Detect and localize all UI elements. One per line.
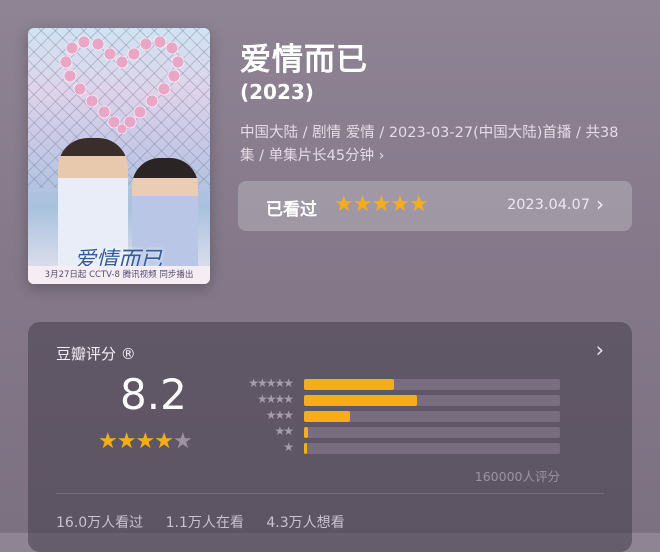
distribution-bar bbox=[304, 379, 394, 390]
distribution-bar bbox=[304, 427, 308, 438]
viewer-stats: 16.0万人看过 1.1万人在看 4.3万人想看 bbox=[56, 512, 363, 532]
watched-status-button[interactable]: 已看过 ★★★★★ 2023.04.07 › bbox=[238, 181, 632, 231]
star-icon: ★ bbox=[135, 429, 155, 454]
stat-watched: 16.0万人看过 bbox=[56, 515, 144, 531]
distribution-stars-label: ★★★ bbox=[265, 408, 294, 422]
distribution-track bbox=[304, 443, 560, 454]
page-title: 爱情而已 bbox=[240, 42, 368, 78]
distribution-track bbox=[304, 427, 560, 438]
distribution-track bbox=[304, 379, 560, 390]
distribution-track bbox=[304, 395, 560, 406]
rating-card[interactable]: 豆瓣评分 ® › 8.2 ★★★★★ ★★★★★ ★★★★ ★★★ ★★ ★ 16000… bbox=[28, 322, 632, 552]
divider bbox=[56, 493, 604, 494]
distribution-row: ★★★★ bbox=[228, 392, 568, 407]
star-icon: ★ bbox=[172, 429, 193, 454]
distribution-track bbox=[304, 411, 560, 422]
chevron-right-icon: › bbox=[595, 338, 604, 362]
watched-date: 2023.04.07 bbox=[506, 197, 590, 213]
distribution-stars-label: ★★★★ bbox=[256, 392, 294, 406]
distribution-bar bbox=[304, 395, 417, 406]
rating-score: 8.2 bbox=[120, 370, 187, 419]
watched-label: 已看过 bbox=[266, 200, 317, 220]
show-meta-link[interactable]: 中国大陆 / 剧情 爱情 / 2023-03-27(中国大陆)首播 / 共38集… bbox=[240, 122, 630, 168]
distribution-row: ★★★★★ bbox=[228, 376, 568, 391]
distribution-bar bbox=[304, 443, 307, 454]
distribution-row: ★ bbox=[228, 440, 568, 455]
distribution-row: ★★ bbox=[228, 424, 568, 439]
chevron-right-icon: › bbox=[596, 192, 604, 216]
distribution-row: ★★★ bbox=[228, 408, 568, 423]
user-rating-stars: ★★★★★ bbox=[334, 192, 429, 217]
rating-count: 160000人评分 bbox=[474, 469, 560, 484]
star-icon: ★ bbox=[116, 429, 137, 454]
distribution-stars-label: ★★ bbox=[274, 424, 293, 438]
stat-watching: 1.1万人在看 bbox=[165, 515, 244, 531]
star-icon: ★ bbox=[154, 429, 174, 454]
heart-balloons bbox=[59, 35, 185, 134]
distribution-stars-label: ★★★★★ bbox=[248, 376, 294, 390]
distribution-bar bbox=[304, 411, 351, 422]
rating-card-title: 豆瓣评分 ® bbox=[56, 345, 136, 363]
poster-image[interactable]: 爱情而已 3月27日起 CCTV-8 腾讯视频 同步播出 bbox=[28, 28, 210, 284]
stat-want-to-watch: 4.3万人想看 bbox=[266, 515, 345, 531]
star-icon: ★ bbox=[98, 429, 118, 454]
release-year: (2023) bbox=[240, 80, 314, 104]
distribution-stars-label: ★ bbox=[283, 440, 294, 454]
poster-caption: 3月27日起 CCTV-8 腾讯视频 同步播出 bbox=[28, 266, 210, 284]
rating-stars: ★★★★★ bbox=[98, 429, 193, 454]
